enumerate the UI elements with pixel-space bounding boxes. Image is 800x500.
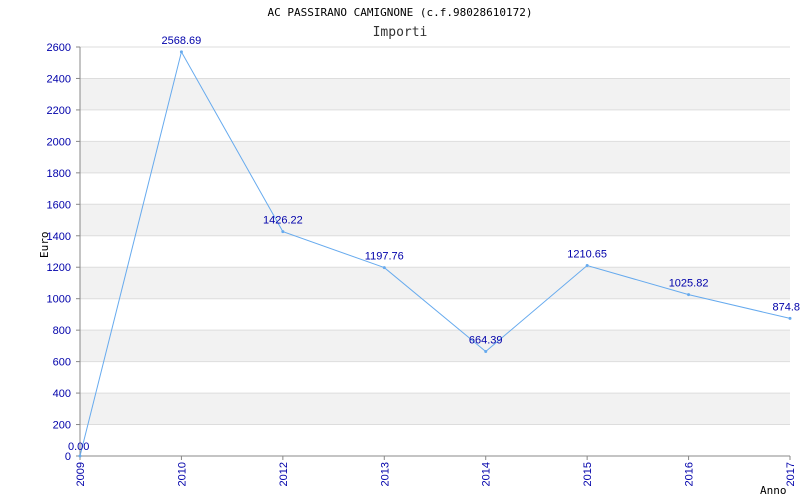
y-tick-label: 1200	[47, 262, 71, 274]
data-label: 1025.82	[669, 278, 709, 290]
grid-band	[80, 393, 790, 425]
x-tick-label: 2010	[176, 462, 188, 486]
y-tick-label: 1800	[47, 168, 71, 180]
data-point	[281, 230, 285, 234]
y-tick-label: 1000	[47, 294, 71, 306]
data-point	[382, 266, 386, 270]
data-label: 1197.76	[365, 251, 404, 263]
x-tick-label: 2009	[75, 462, 87, 486]
x-tick-label: 2016	[684, 462, 696, 486]
data-point	[179, 50, 183, 54]
x-tick-label: 2015	[582, 462, 594, 486]
data-point	[484, 349, 488, 353]
x-tick-label: 2013	[379, 462, 391, 486]
x-tick-label: 2012	[278, 462, 290, 486]
data-label: 0.00	[68, 441, 89, 453]
y-tick-label: 600	[53, 357, 71, 369]
data-label: 1210.65	[567, 249, 607, 261]
y-tick-label: 800	[53, 325, 71, 337]
data-point	[788, 316, 792, 320]
data-label: 664.39	[469, 334, 503, 346]
grid-band	[80, 204, 790, 236]
x-axis-label: Anno	[760, 484, 787, 497]
data-point	[585, 264, 589, 268]
y-tick-label: 200	[53, 420, 71, 432]
data-label: 2568.69	[162, 35, 202, 47]
y-tick-label: 2000	[47, 136, 71, 148]
y-tick-label: 2400	[47, 73, 71, 85]
data-label: 1426.22	[263, 215, 303, 227]
y-tick-label: 2200	[47, 105, 71, 117]
x-tick-label: 2014	[481, 462, 493, 486]
data-label: 874.8	[772, 301, 800, 313]
grid-band	[80, 78, 790, 110]
x-tick-label: 2017	[785, 462, 797, 486]
grid-band	[80, 330, 790, 362]
chart-plot: 0200400600800100012001400160018002000220…	[47, 35, 800, 487]
grid-band	[80, 141, 790, 173]
data-point	[78, 454, 82, 458]
y-tick-label: 1600	[47, 199, 71, 211]
y-tick-label: 400	[53, 388, 71, 400]
y-tick-label: 2600	[47, 42, 71, 54]
y-axis-label: Euro	[38, 231, 51, 259]
data-point	[687, 293, 691, 297]
